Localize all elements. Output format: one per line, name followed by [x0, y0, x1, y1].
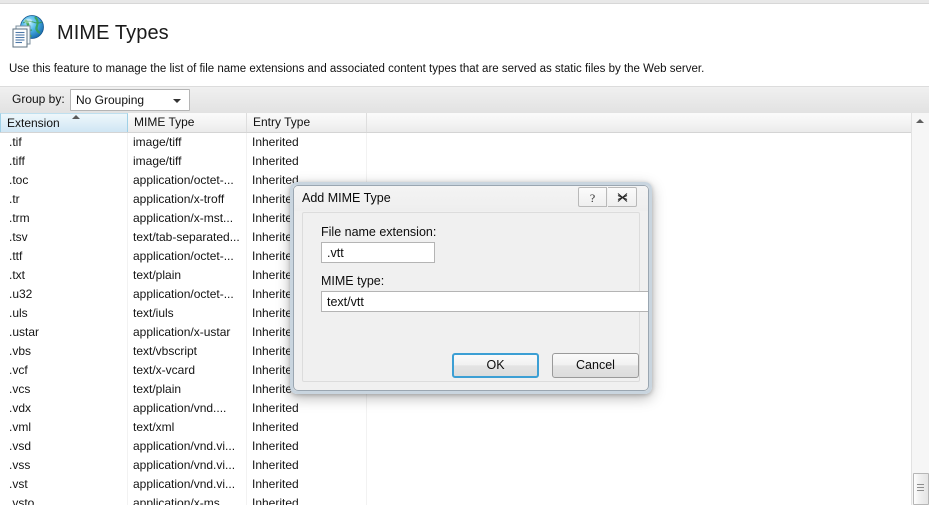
- vertical-scrollbar[interactable]: [911, 113, 929, 505]
- cell-entry-type: Inherited: [252, 477, 299, 491]
- dialog-inner: Add MIME Type ? File name extension: .vt…: [293, 185, 649, 391]
- cell-mime-type: application/octet-...: [133, 287, 234, 301]
- cell-mime-type: text/plain: [133, 382, 182, 396]
- cell-entry-type: Inherited: [252, 458, 299, 472]
- cell-entry-type: Inherited: [252, 154, 299, 168]
- table-row[interactable]: .vst application/vnd.vi... Inherited: [0, 475, 929, 494]
- cell-entry-type: Inherited: [252, 439, 299, 453]
- cell-mime-type: application/vnd.vi...: [133, 458, 236, 472]
- table-row[interactable]: .vdx application/vnd.... Inherited: [0, 399, 929, 418]
- page-title: MIME Types: [57, 22, 169, 44]
- cell-mime-type: application/octet-...: [133, 249, 234, 263]
- column-header-entry-type-label: Entry Type: [253, 115, 311, 129]
- mime-types-globe-document-icon: [8, 12, 48, 52]
- cell-extension: .uls: [9, 306, 28, 320]
- cell-mime-type: image/tiff: [133, 154, 182, 168]
- cell-extension: .vcf: [9, 363, 28, 377]
- svg-text:?: ?: [590, 191, 595, 204]
- cell-mime-type: application/x-troff: [133, 192, 225, 206]
- cell-extension: .vsd: [9, 439, 32, 453]
- scroll-up-arrow-icon[interactable]: [912, 113, 928, 130]
- cell-entry-type: Inherited: [252, 135, 299, 149]
- column-header-mime-type[interactable]: MIME Type: [128, 113, 247, 132]
- help-question-icon[interactable]: ?: [578, 187, 607, 207]
- cell-mime-type: application/octet-...: [133, 173, 234, 187]
- group-by-label: Group by:: [12, 92, 65, 106]
- cell-mime-type: text/vbscript: [133, 344, 198, 358]
- cell-extension: .ttf: [9, 249, 23, 263]
- cell-extension: .vbs: [9, 344, 32, 358]
- cell-extension: .vcs: [9, 382, 31, 396]
- file-name-extension-input[interactable]: [321, 242, 435, 263]
- cell-entry-type: Inherited: [252, 420, 299, 434]
- scroll-thumb-grip-icon[interactable]: [913, 473, 929, 505]
- cell-mime-type: application/vnd.vi...: [133, 439, 236, 453]
- group-by-toolbar: Group by: No Grouping: [0, 86, 929, 114]
- cell-mime-type: application/vnd.vi...: [133, 477, 236, 491]
- list-column-headers: Extension MIME Type Entry Type: [0, 113, 929, 133]
- cell-extension: .trm: [9, 211, 30, 225]
- group-by-dropdown[interactable]: No Grouping: [70, 89, 190, 111]
- table-row[interactable]: .tif image/tiff Inherited: [0, 133, 929, 152]
- cell-extension: .u32: [9, 287, 33, 301]
- cell-extension: .tr: [9, 192, 20, 206]
- cell-mime-type: text/tab-separated...: [133, 230, 240, 244]
- cell-mime-type: application/vnd....: [133, 401, 227, 415]
- cell-mime-type: application/x-ustar: [133, 325, 231, 339]
- cell-entry-type: Inherited: [252, 401, 299, 415]
- page-description: Use this feature to manage the list of f…: [9, 63, 705, 75]
- column-header-spacer[interactable]: [367, 113, 912, 132]
- dialog-titlebar[interactable]: Add MIME Type ?: [294, 186, 648, 211]
- mime-type-label: MIME type:: [321, 274, 385, 288]
- mime-type-input[interactable]: [321, 291, 648, 312]
- group-by-dropdown-value: No Grouping: [76, 93, 145, 107]
- cell-extension: .tiff: [9, 154, 25, 168]
- cell-mime-type: text/x-vcard: [133, 363, 196, 377]
- ok-button[interactable]: OK: [452, 353, 539, 378]
- table-row[interactable]: .vml text/xml Inherited: [0, 418, 929, 437]
- cell-extension: .txt: [9, 268, 26, 282]
- cell-mime-type: application/x-mst...: [133, 211, 234, 225]
- cell-extension: .toc: [9, 173, 29, 187]
- cell-extension: .tsv: [9, 230, 28, 244]
- table-row[interactable]: .vsto application/x-ms... Inherited: [0, 494, 929, 505]
- table-row[interactable]: .vsd application/vnd.vi... Inherited: [0, 437, 929, 456]
- column-header-extension-label: Extension: [7, 116, 60, 130]
- cell-mime-type: application/x-ms...: [133, 496, 230, 505]
- cell-extension: .vss: [9, 458, 31, 472]
- cell-mime-type: text/plain: [133, 268, 182, 282]
- table-row[interactable]: .vss application/vnd.vi... Inherited: [0, 456, 929, 475]
- close-x-icon[interactable]: [608, 187, 637, 207]
- column-header-entry-type[interactable]: Entry Type: [247, 113, 367, 132]
- add-mime-type-dialog: Add MIME Type ? File name extension: .vt…: [290, 182, 652, 394]
- dialog-title: Add MIME Type: [302, 191, 391, 205]
- dialog-body: File name extension: MIME type: OK Cance…: [302, 212, 648, 382]
- column-header-extension[interactable]: Extension: [0, 113, 128, 132]
- sort-ascending-icon: [72, 115, 80, 119]
- cell-extension: .vml: [9, 420, 31, 434]
- cancel-button[interactable]: Cancel: [552, 353, 639, 378]
- table-row[interactable]: .tiff image/tiff Inherited: [0, 152, 929, 171]
- cell-mime-type: image/tiff: [133, 135, 182, 149]
- cell-extension: .tif: [9, 135, 22, 149]
- chevron-down-icon: [173, 99, 181, 103]
- cell-extension: .vsto: [9, 496, 35, 505]
- file-name-extension-label: File name extension:: [321, 225, 437, 239]
- cell-mime-type: text/xml: [133, 420, 175, 434]
- cell-extension: .ustar: [9, 325, 40, 339]
- cell-extension: .vst: [9, 477, 28, 491]
- cell-entry-type: Inherited: [252, 496, 299, 505]
- cell-mime-type: text/iuls: [133, 306, 174, 320]
- cell-extension: .vdx: [9, 401, 32, 415]
- page-header: MIME Types: [0, 4, 929, 56]
- column-header-mime-type-label: MIME Type: [134, 115, 195, 129]
